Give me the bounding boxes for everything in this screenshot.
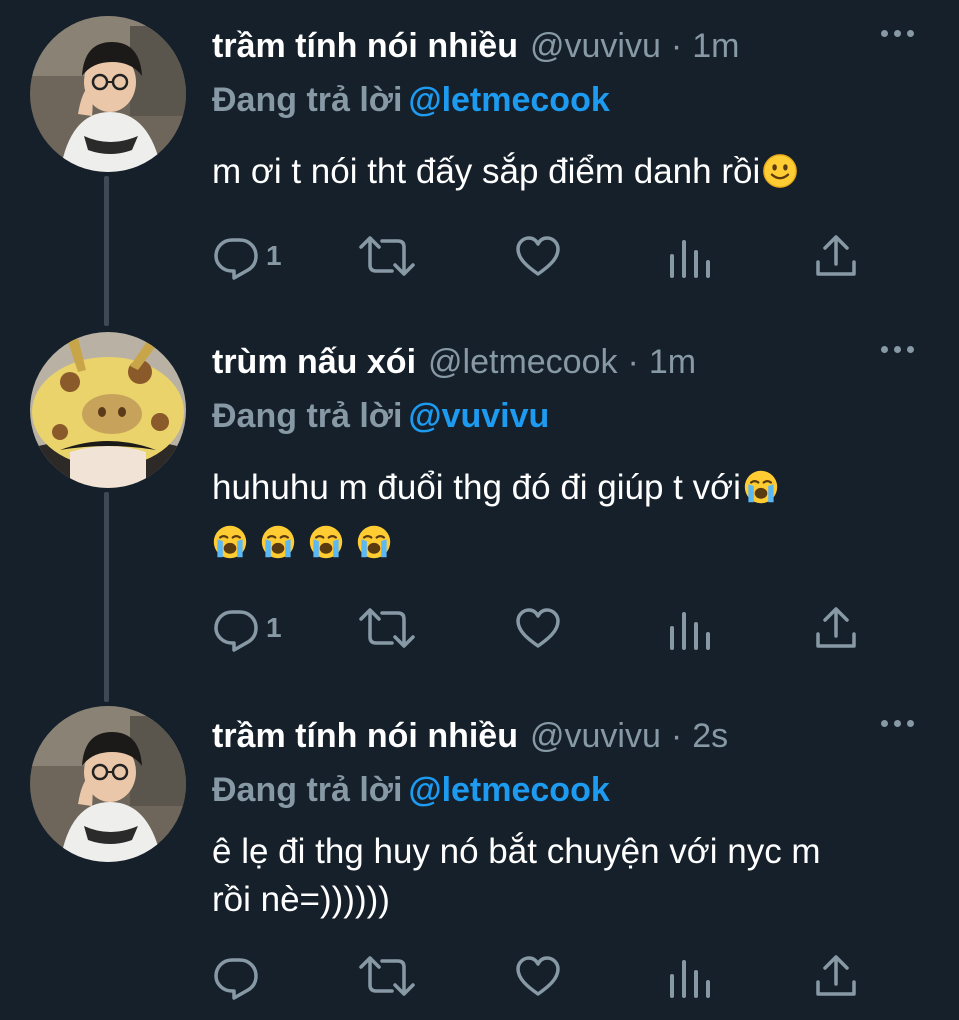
user-handle[interactable]: @letmecook [428,343,617,382]
like-icon [514,952,562,1000]
avatar[interactable] [30,332,186,488]
share-button[interactable] [812,946,860,1006]
reply-button[interactable]: 1 [212,598,282,658]
like-button[interactable] [514,598,562,658]
user-handle[interactable]: @vuvivu [530,27,661,66]
replying-prefix: Đang trả lời [212,81,403,119]
retweet-button[interactable] [357,946,417,1006]
mention-link[interactable]: @vuvivu [408,397,549,435]
analytics-icon [664,604,712,652]
retweet-icon [357,232,417,280]
share-icon [812,604,860,652]
tweet-header: trùm nấu xói @letmecook · 1m [212,332,929,392]
tweet-header: trầm tính nói nhiều @vuvivu · 1m [212,16,929,76]
user-handle[interactable]: @vuvivu [530,717,661,756]
tweet[interactable]: trầm tính nói nhiều @vuvivu · 1m Đang tr… [0,16,959,316]
share-button[interactable] [812,598,860,658]
mention-link[interactable]: @letmecook [408,81,609,119]
separator-dot: · [627,342,639,381]
avatar[interactable] [30,16,186,172]
separator-dot: · [670,26,683,65]
reply-icon [212,232,260,280]
emoji-row [212,518,929,566]
tweet-content: trầm tính nói nhiều @vuvivu · 1m Đang tr… [212,16,929,196]
like-button[interactable] [514,946,562,1006]
replying-prefix: Đang trả lời [212,771,403,809]
tweet-text-line: ê lẹ đi thg huy nó bắt chuyện với nyc m [212,832,821,871]
tweet-header: trầm tính nói nhiều @vuvivu · 2s [212,706,929,766]
avatar[interactable] [30,706,186,862]
timestamp[interactable]: 2s [692,717,728,756]
loudly-crying-face-icon [743,469,779,505]
share-button[interactable] [812,226,860,286]
share-icon [812,232,860,280]
loudly-crying-face-icon [212,524,248,560]
conversation-thread: trầm tính nói nhiều @vuvivu · 1m Đang tr… [0,0,959,1020]
timestamp[interactable]: 1m [692,27,739,66]
more-icon[interactable] [881,720,914,727]
replying-to: Đang trả lời @letmecook [212,76,929,124]
more-icon[interactable] [881,30,914,37]
tweet-content: trùm nấu xói @letmecook · 1m Đang trả lờ… [212,332,929,566]
retweet-icon [357,604,417,652]
tweet-text: m ơi t nói tht đấy sắp điểm danh rồi [212,148,929,196]
glasses-boy-avatar [30,16,186,172]
retweet-button[interactable] [357,226,417,286]
analytics-icon [664,232,712,280]
slightly-smiling-face-icon [762,153,798,189]
tweet-text-line: m ơi t nói tht đấy sắp điểm danh rồi [212,152,761,191]
tweet-actions: 1 [212,598,912,658]
tweet-text-line: rồi nè=)))))) [212,880,390,919]
loudly-crying-face-icon [356,524,392,560]
tweet-content: trầm tính nói nhiều @vuvivu · 2s Đang tr… [212,706,929,924]
tweet-text-line: huhuhu m đuổi thg đó đi giúp t với [212,468,741,507]
like-icon [514,232,562,280]
replying-prefix: Đang trả lời [212,397,403,435]
reply-icon [212,952,260,1000]
display-name[interactable]: trầm tính nói nhiều [212,27,518,66]
separator-dot: · [670,716,683,755]
tweet-text: huhuhu m đuổi thg đó đi giúp t với [212,464,929,566]
replying-to: Đang trả lời @letmecook [212,766,929,814]
loudly-crying-face-icon [308,524,344,560]
retweet-icon [357,952,417,1000]
analytics-icon [664,952,712,1000]
display-name[interactable]: trùm nấu xói [212,343,416,382]
like-icon [514,604,562,652]
giraffe-hat-avatar [30,332,186,488]
tweet[interactable]: trầm tính nói nhiều @vuvivu · 2s Đang tr… [0,706,959,1016]
analytics-button[interactable] [664,226,712,286]
replying-to: Đang trả lời @vuvivu [212,392,929,440]
tweet-actions [212,946,912,1006]
reply-button[interactable] [212,946,266,1006]
reply-button[interactable]: 1 [212,226,282,286]
tweet-actions: 1 [212,226,912,286]
loudly-crying-face-icon [260,524,296,560]
tweet-text: ê lẹ đi thg huy nó bắt chuyện với nyc m … [212,828,929,924]
timestamp[interactable]: 1m [649,343,696,382]
glasses-boy-avatar [30,706,186,862]
mention-link[interactable]: @letmecook [408,771,609,809]
share-icon [812,952,860,1000]
reply-count: 1 [266,240,282,271]
retweet-button[interactable] [357,598,417,658]
analytics-button[interactable] [664,946,712,1006]
more-icon[interactable] [881,346,914,353]
reply-icon [212,604,260,652]
like-button[interactable] [514,226,562,286]
analytics-button[interactable] [664,598,712,658]
tweet[interactable]: trùm nấu xói @letmecook · 1m Đang trả lờ… [0,332,959,692]
reply-count: 1 [266,612,282,643]
display-name[interactable]: trầm tính nói nhiều [212,717,518,756]
